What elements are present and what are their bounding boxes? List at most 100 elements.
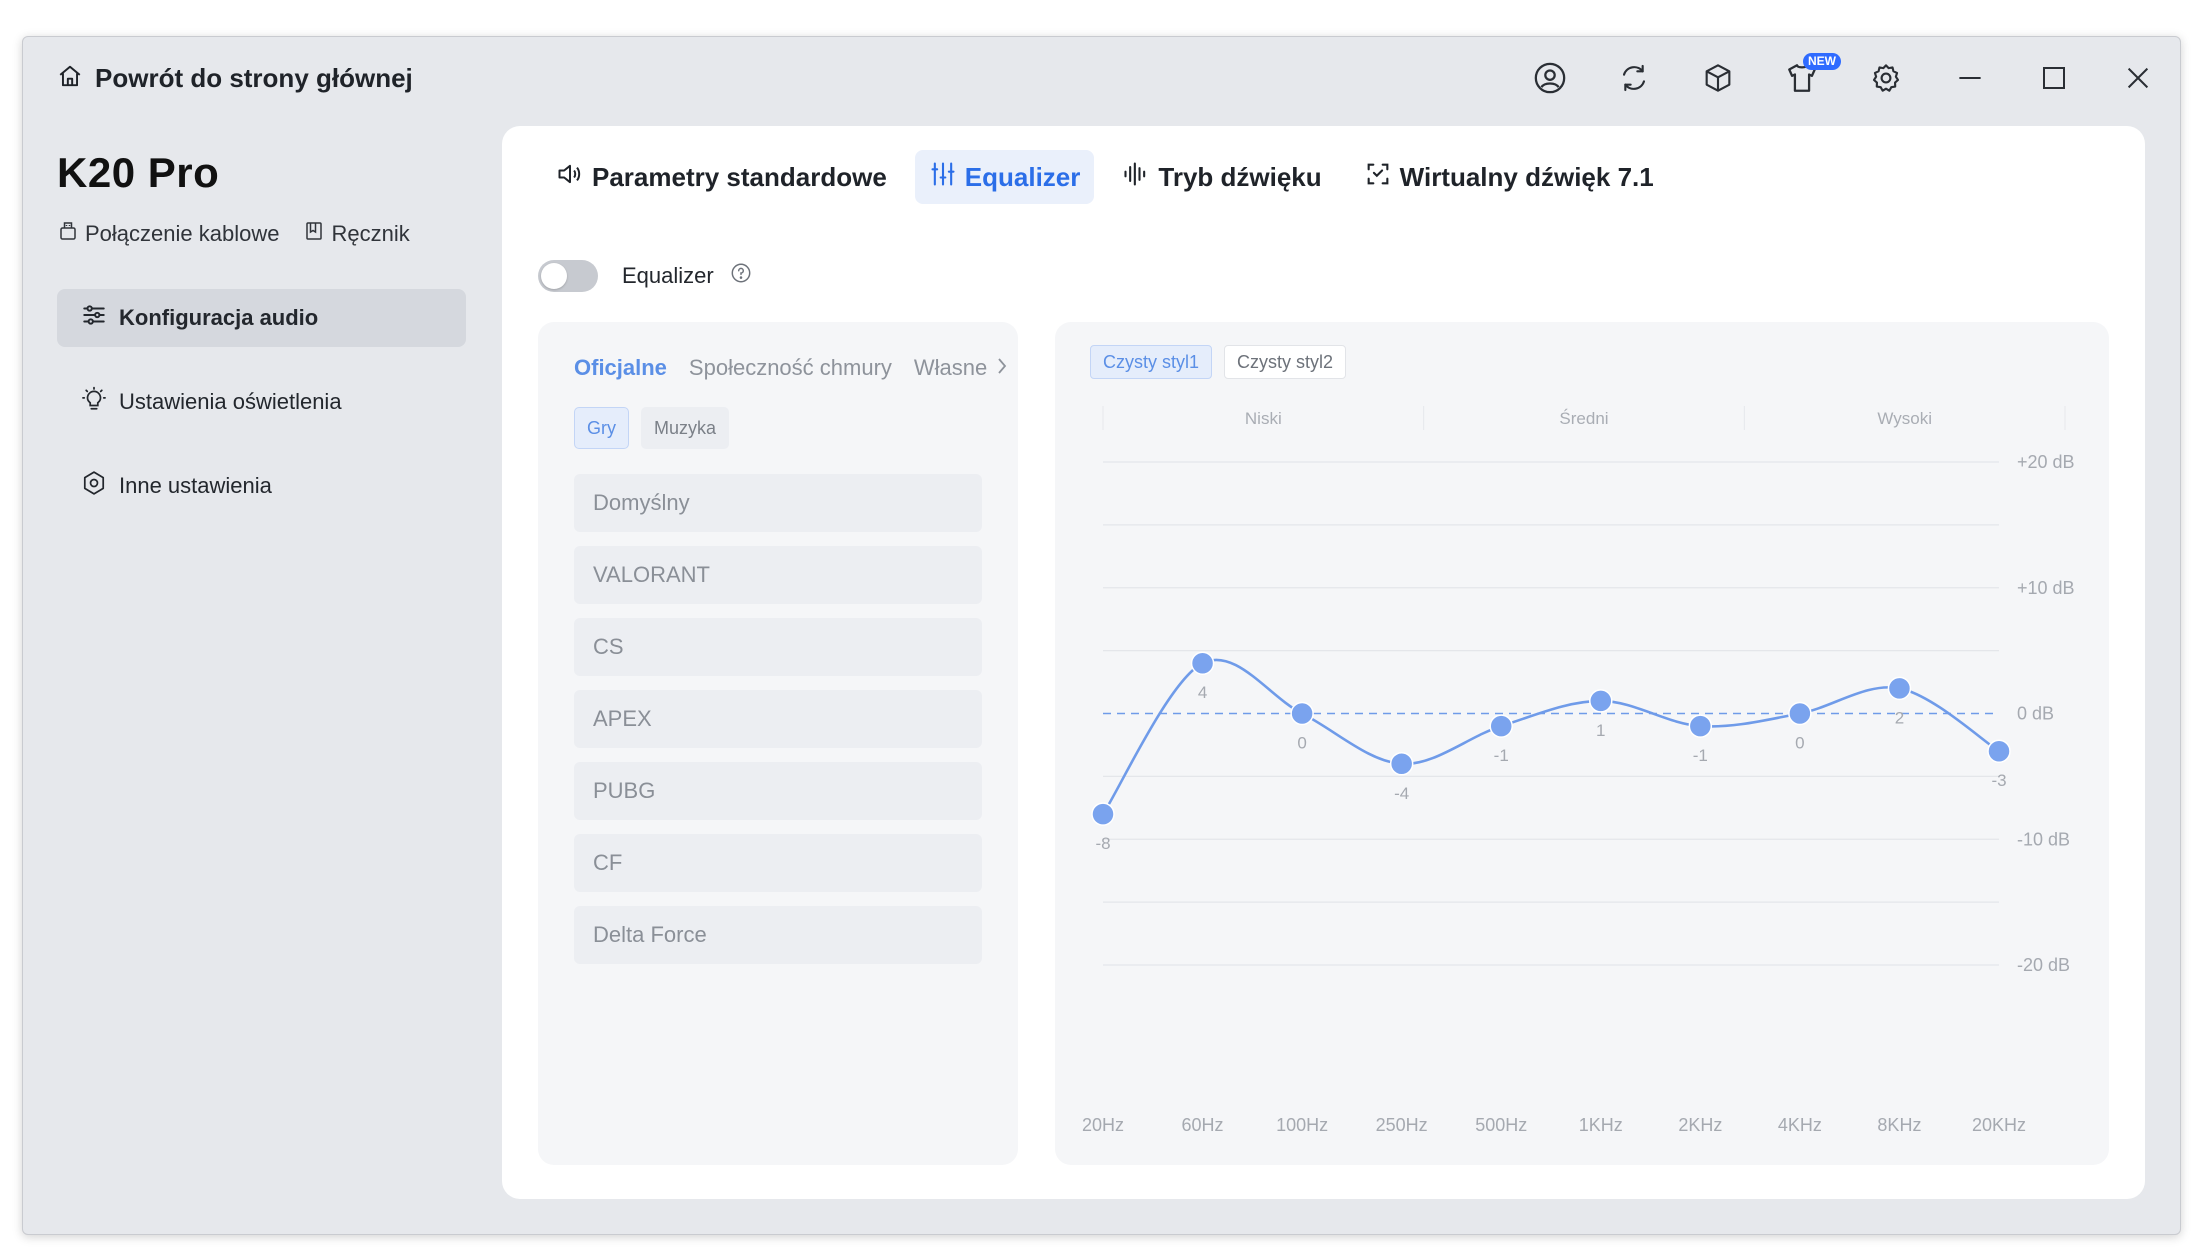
tab-virtual-sound[interactable]: Wirtualny dźwięk 7.1 bbox=[1350, 150, 1668, 204]
app-window: Powrót do strony głównej NEW K20 Pro Poł… bbox=[22, 36, 2181, 1235]
minimize-button[interactable] bbox=[1928, 37, 2012, 123]
sync-button[interactable] bbox=[1592, 37, 1676, 123]
band-label: Wysoki bbox=[1877, 409, 1932, 428]
close-icon bbox=[2123, 63, 2153, 98]
eq-value-label: 4 bbox=[1198, 683, 1207, 702]
x-tick-label: 8KHz bbox=[1877, 1115, 1921, 1135]
preset-tab-official[interactable]: Oficjalne bbox=[574, 355, 667, 381]
preset-list: Domyślny VALORANT CS APEX PUBG CF Delta … bbox=[574, 474, 982, 978]
eq-point bbox=[1190, 651, 1215, 675]
plug-icon bbox=[59, 221, 77, 247]
presets-panel: Oficjalne Społeczność chmury Własne Gry … bbox=[538, 322, 1018, 1165]
eq-value-label: -8 bbox=[1095, 834, 1110, 853]
firmware-button[interactable] bbox=[1676, 37, 1760, 123]
sidebar-nav: Konfiguracja audio Ustawienia oświetleni… bbox=[57, 289, 466, 541]
book-icon bbox=[305, 221, 323, 247]
equalizer-icon bbox=[929, 160, 957, 195]
hexagon-settings-icon bbox=[81, 470, 107, 502]
list-item[interactable]: VALORANT bbox=[574, 546, 982, 604]
x-tick-label: 250Hz bbox=[1376, 1115, 1428, 1135]
main-panel: Parametry standardowe Equalizer Tryb dźw… bbox=[502, 126, 2145, 1199]
titlebar-actions: NEW bbox=[1508, 37, 2180, 123]
eq-value-label: -1 bbox=[1693, 746, 1708, 765]
eq-point bbox=[1688, 714, 1713, 738]
eq-value-label: 2 bbox=[1895, 708, 1904, 727]
device-name: K20 Pro bbox=[57, 149, 220, 196]
chip-music[interactable]: Muzyka bbox=[641, 407, 730, 449]
tab-label: Equalizer bbox=[964, 161, 1081, 192]
gear-icon bbox=[1870, 62, 1902, 99]
preset-tab-community[interactable]: Społeczność chmury bbox=[689, 355, 892, 381]
tab-label: Parametry standardowe bbox=[592, 161, 887, 192]
x-tick-label: 1KHz bbox=[1579, 1115, 1623, 1135]
help-icon[interactable] bbox=[730, 262, 752, 290]
eq-value-label: 0 bbox=[1297, 734, 1306, 753]
equalizer-toggle-row: Equalizer bbox=[538, 260, 752, 292]
sliders-icon bbox=[81, 302, 107, 334]
eq-value-label: -3 bbox=[1991, 771, 2006, 790]
eq-value-label: 0 bbox=[1795, 734, 1804, 753]
preset-category-chips: Gry Muzyka bbox=[574, 407, 730, 449]
connection-label: Połączenie kablowe bbox=[85, 221, 280, 246]
x-tick-label: 2KHz bbox=[1678, 1115, 1722, 1135]
y-tick-label: -10 dB bbox=[2017, 829, 2070, 849]
chevron-right-icon[interactable] bbox=[996, 356, 1008, 381]
user-icon bbox=[1533, 61, 1567, 100]
list-item[interactable]: CF bbox=[574, 834, 982, 892]
sidebar-item-lighting[interactable]: Ustawienia oświetlenia bbox=[57, 373, 466, 431]
y-tick-label: -20 dB bbox=[2017, 955, 2070, 975]
minimize-icon bbox=[1955, 63, 1985, 98]
maximize-button[interactable] bbox=[2012, 37, 2096, 123]
list-item[interactable]: CS bbox=[574, 618, 982, 676]
eq-point bbox=[1887, 676, 1912, 701]
tab-label: Tryb dźwięku bbox=[1158, 161, 1322, 192]
x-tick-label: 20KHz bbox=[1972, 1115, 2026, 1135]
sidebar-item-label: Inne ustawienia bbox=[119, 473, 272, 498]
eq-point bbox=[1788, 701, 1812, 726]
account-button[interactable] bbox=[1508, 37, 1592, 123]
band-label: Niski bbox=[1245, 409, 1282, 428]
sidebar-item-audio[interactable]: Konfiguracja audio bbox=[57, 289, 466, 347]
home-icon bbox=[57, 63, 83, 94]
skins-button[interactable]: NEW bbox=[1760, 37, 1844, 123]
list-item[interactable]: Domyślny bbox=[574, 474, 982, 532]
tab-standard-params[interactable]: Parametry standardowe bbox=[542, 150, 901, 204]
sidebar-item-other[interactable]: Inne ustawienia bbox=[57, 457, 466, 515]
eq-point bbox=[1489, 714, 1513, 738]
sidebar-item-label: Ustawienia oświetlenia bbox=[119, 389, 342, 414]
settings-button[interactable] bbox=[1844, 37, 1928, 123]
eq-point bbox=[1589, 689, 1613, 713]
title-bar: Powrót do strony głównej NEW bbox=[23, 37, 2180, 123]
back-home-link[interactable]: Powrót do strony głównej bbox=[57, 63, 413, 94]
eq-point bbox=[1987, 739, 2011, 763]
y-tick-label: 0 dB bbox=[2017, 704, 2054, 724]
maximize-icon bbox=[2039, 63, 2069, 98]
x-tick-label: 500Hz bbox=[1475, 1115, 1527, 1135]
x-tick-label: 100Hz bbox=[1276, 1115, 1328, 1135]
eq-point bbox=[1389, 752, 1414, 776]
list-item[interactable]: Delta Force bbox=[574, 906, 982, 964]
equalizer-toggle[interactable] bbox=[538, 260, 598, 292]
list-item[interactable]: PUBG bbox=[574, 762, 982, 820]
new-badge: NEW bbox=[1803, 53, 1841, 70]
preset-tab-custom[interactable]: Własne bbox=[914, 355, 987, 381]
connection-status: Połączenie kablowe bbox=[59, 221, 279, 247]
equalizer-toggle-label: Equalizer bbox=[622, 263, 714, 288]
device-meta: Połączenie kablowe Ręcznik bbox=[59, 221, 426, 247]
list-item[interactable]: APEX bbox=[574, 690, 982, 748]
sidebar-item-label: Konfiguracja audio bbox=[119, 305, 319, 330]
close-button[interactable] bbox=[2096, 37, 2180, 123]
manual-link[interactable]: Ręcznik bbox=[305, 221, 410, 247]
y-tick-label: +20 dB bbox=[2017, 452, 2075, 472]
back-home-label: Powrót do strony głównej bbox=[95, 63, 413, 93]
bulb-icon bbox=[81, 386, 107, 418]
tab-equalizer[interactable]: Equalizer bbox=[914, 150, 1095, 204]
tab-sound-mode[interactable]: Tryb dźwięku bbox=[1108, 150, 1335, 204]
eq-chart[interactable]: Niski Średni Wysoki +20 dB +10 dB 0 dB -10 dB -… bbox=[1055, 322, 2109, 1165]
manual-label: Ręcznik bbox=[331, 221, 410, 246]
cube-icon bbox=[1702, 62, 1734, 99]
chip-games[interactable]: Gry bbox=[574, 407, 629, 449]
band-label: Średni bbox=[1559, 409, 1608, 428]
eq-curve bbox=[1101, 658, 2000, 815]
surround-icon bbox=[1364, 160, 1392, 195]
